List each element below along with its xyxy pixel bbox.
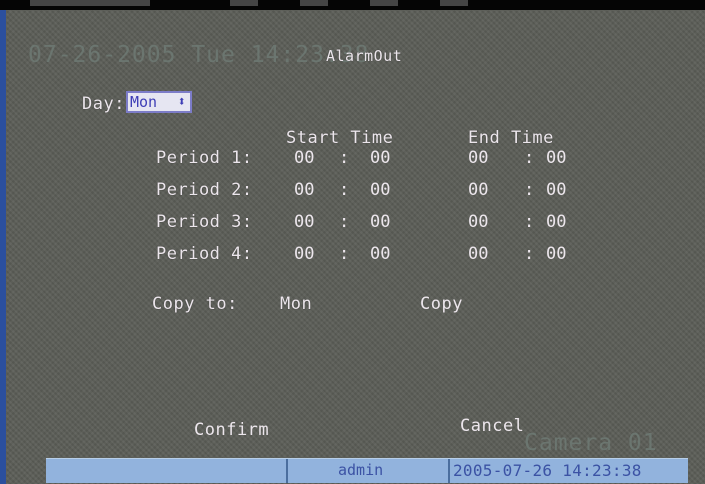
time-separator: : xyxy=(524,244,535,264)
start-hour-field[interactable]: 00 xyxy=(294,148,314,168)
copy-to-label: Copy to: xyxy=(152,294,238,314)
end-minute-field[interactable]: 00 xyxy=(546,212,566,232)
start-time-header: Start Time xyxy=(286,128,394,148)
period-label: Period 3: xyxy=(156,212,253,232)
end-minute-field[interactable]: 00 xyxy=(546,244,566,264)
period-label: Period 4: xyxy=(156,244,253,264)
dvr-screen: 07-26-2005 Tue 14:23:38 Camera 01 AlarmO… xyxy=(6,10,705,484)
end-minute-field[interactable]: 00 xyxy=(546,148,566,168)
time-separator: : xyxy=(524,180,535,200)
status-bar: admin 2005-07-26 14:23:38 xyxy=(46,458,688,483)
time-separator: : xyxy=(339,244,350,264)
end-minute-field[interactable]: 00 xyxy=(546,180,566,200)
dialog-title: AlarmOut xyxy=(326,47,403,65)
status-user: admin xyxy=(338,461,384,479)
copy-to-select[interactable]: Mon xyxy=(280,294,312,314)
start-minute-field[interactable]: 00 xyxy=(370,244,390,264)
start-hour-field[interactable]: 00 xyxy=(294,212,314,232)
start-minute-field[interactable]: 00 xyxy=(370,212,390,232)
end-hour-field[interactable]: 00 xyxy=(468,244,488,264)
time-separator: : xyxy=(524,212,535,232)
start-minute-field[interactable]: 00 xyxy=(370,180,390,200)
start-hour-field[interactable]: 00 xyxy=(294,180,314,200)
end-time-header: End Time xyxy=(468,128,554,148)
end-hour-field[interactable]: 00 xyxy=(468,212,488,232)
start-minute-field[interactable]: 00 xyxy=(370,148,390,168)
period-label: Period 1: xyxy=(156,148,253,168)
up-down-arrow-icon: ⬍ xyxy=(177,94,186,110)
time-separator: : xyxy=(339,148,350,168)
status-divider xyxy=(448,459,450,483)
time-separator: : xyxy=(524,148,535,168)
day-select[interactable]: Mon ⬍ xyxy=(126,91,192,113)
status-datetime: 2005-07-26 14:23:38 xyxy=(453,461,642,480)
time-separator: : xyxy=(339,212,350,232)
status-divider xyxy=(286,459,288,483)
end-hour-field[interactable]: 00 xyxy=(468,180,488,200)
osd-camera-name: Camera 01 xyxy=(524,430,658,456)
time-separator: : xyxy=(339,180,350,200)
day-select-value: Mon xyxy=(130,93,158,111)
osd-datetime: 07-26-2005 Tue 14:23:38 xyxy=(28,42,370,68)
end-hour-field[interactable]: 00 xyxy=(468,148,488,168)
start-hour-field[interactable]: 00 xyxy=(294,244,314,264)
period-label: Period 2: xyxy=(156,180,253,200)
top-strip xyxy=(0,0,705,10)
copy-button[interactable]: Copy xyxy=(420,294,463,314)
confirm-button[interactable]: Confirm xyxy=(194,420,269,440)
cancel-button[interactable]: Cancel xyxy=(460,416,524,436)
day-label: Day: xyxy=(82,94,125,114)
